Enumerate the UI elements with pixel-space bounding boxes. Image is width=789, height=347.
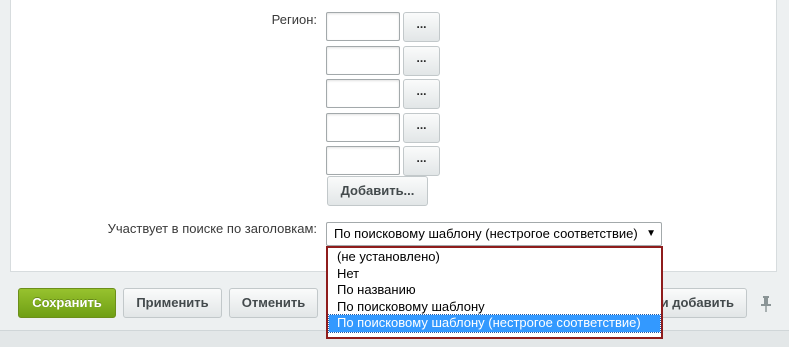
region-input-2[interactable] — [326, 46, 400, 75]
region-input-5[interactable] — [326, 146, 400, 175]
search-select-value: По поисковому шаблону (нестрогое соответ… — [334, 226, 638, 241]
search-by-title-dropdown: (не установлено) Нет По названию По поис… — [326, 246, 663, 339]
cancel-button[interactable]: Отменить — [229, 288, 318, 318]
region-select-button-5[interactable]: ... — [403, 146, 440, 176]
region-select-button-1[interactable]: ... — [403, 12, 440, 42]
region-select-button-4[interactable]: ... — [403, 113, 440, 143]
region-select-button-2[interactable]: ... — [403, 46, 440, 76]
dropdown-option-selected[interactable]: По поисковому шаблону (нестрогое соответ… — [328, 314, 661, 333]
region-select-button-3[interactable]: ... — [403, 79, 440, 109]
search-by-title-select[interactable]: По поисковому шаблону (нестрогое соответ… — [326, 222, 662, 246]
dropdown-option[interactable]: (не установлено) — [329, 249, 660, 266]
region-input-4[interactable] — [326, 113, 400, 142]
region-label: Регион: — [271, 12, 317, 27]
dropdown-option[interactable]: По поисковому шаблону — [329, 299, 660, 316]
apply-button[interactable]: Применить — [123, 288, 222, 318]
dropdown-option[interactable]: Нет — [329, 266, 660, 283]
search-by-title-label: Участвует в поиске по заголовкам: — [107, 221, 317, 236]
add-region-button[interactable]: Добавить... — [327, 176, 428, 206]
chevron-down-icon: ▼ — [646, 228, 656, 239]
pin-icon[interactable] — [759, 295, 773, 313]
region-input-1[interactable] — [326, 12, 400, 41]
dropdown-option[interactable]: По названию — [329, 282, 660, 299]
region-input-3[interactable] — [326, 79, 400, 108]
save-button[interactable]: Сохранить — [18, 288, 116, 318]
